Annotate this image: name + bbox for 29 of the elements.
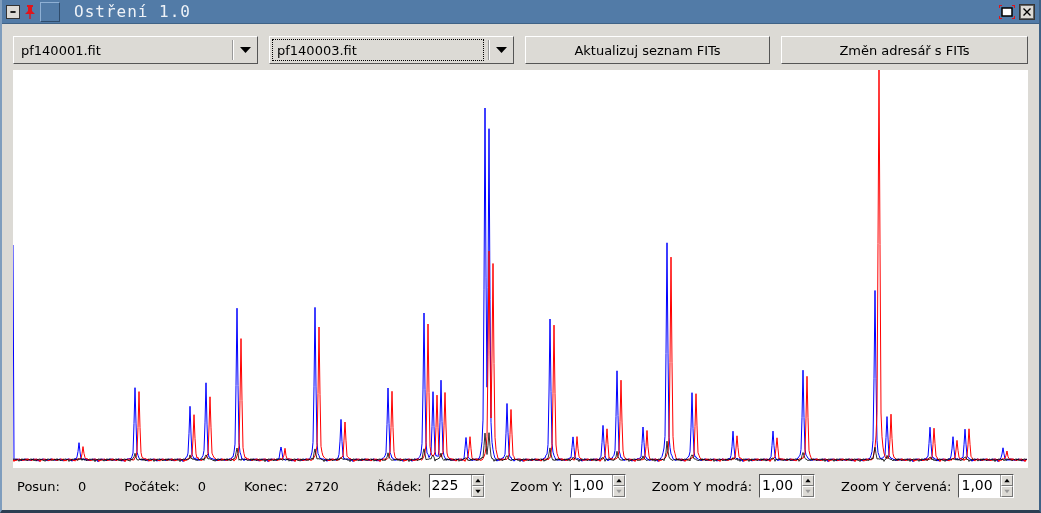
spinner-label: Řádek: — [376, 478, 422, 494]
number-spinner[interactable]: 1,00 — [759, 474, 815, 498]
action-button[interactable]: Aktualizuj seznam FITs — [525, 36, 770, 64]
up-arrow-icon[interactable] — [1001, 475, 1014, 486]
spinner-label: Zoom Y červená: — [841, 478, 952, 494]
close-icon[interactable] — [1019, 3, 1035, 20]
down-arrow-icon[interactable] — [471, 486, 484, 497]
shade-button[interactable] — [40, 1, 60, 22]
window-title: Ostření 1.0 — [74, 2, 192, 21]
file-dropdown[interactable]: pf140003.fit — [269, 36, 514, 64]
status-label: Posun: — [17, 478, 60, 494]
minimize-icon[interactable] — [6, 4, 20, 19]
status-value: 2720 — [305, 478, 339, 494]
action-button[interactable]: Změn adresář s FITs — [781, 36, 1028, 64]
status-value: 0 — [77, 478, 87, 494]
spinner-label: Zoom Y modrá: — [651, 478, 752, 494]
dropdown-arrow-icon[interactable] — [240, 47, 251, 53]
up-arrow-icon[interactable] — [802, 475, 814, 486]
status-label: Konec: — [244, 478, 288, 494]
dropdown-arrow-icon[interactable] — [496, 47, 507, 53]
maximize-icon[interactable] — [999, 4, 1015, 19]
status-value: 0 — [197, 478, 206, 494]
status-label: Počátek: — [124, 478, 180, 494]
file-dropdown[interactable]: pf140001.fit — [13, 36, 258, 64]
number-spinner[interactable]: 1,00 — [569, 474, 626, 498]
number-spinner[interactable]: 225 — [428, 474, 485, 498]
spinner-label: Zoom Y: — [510, 478, 563, 494]
up-arrow-icon[interactable] — [471, 475, 484, 486]
number-spinner[interactable]: 1,00 — [958, 474, 1015, 498]
